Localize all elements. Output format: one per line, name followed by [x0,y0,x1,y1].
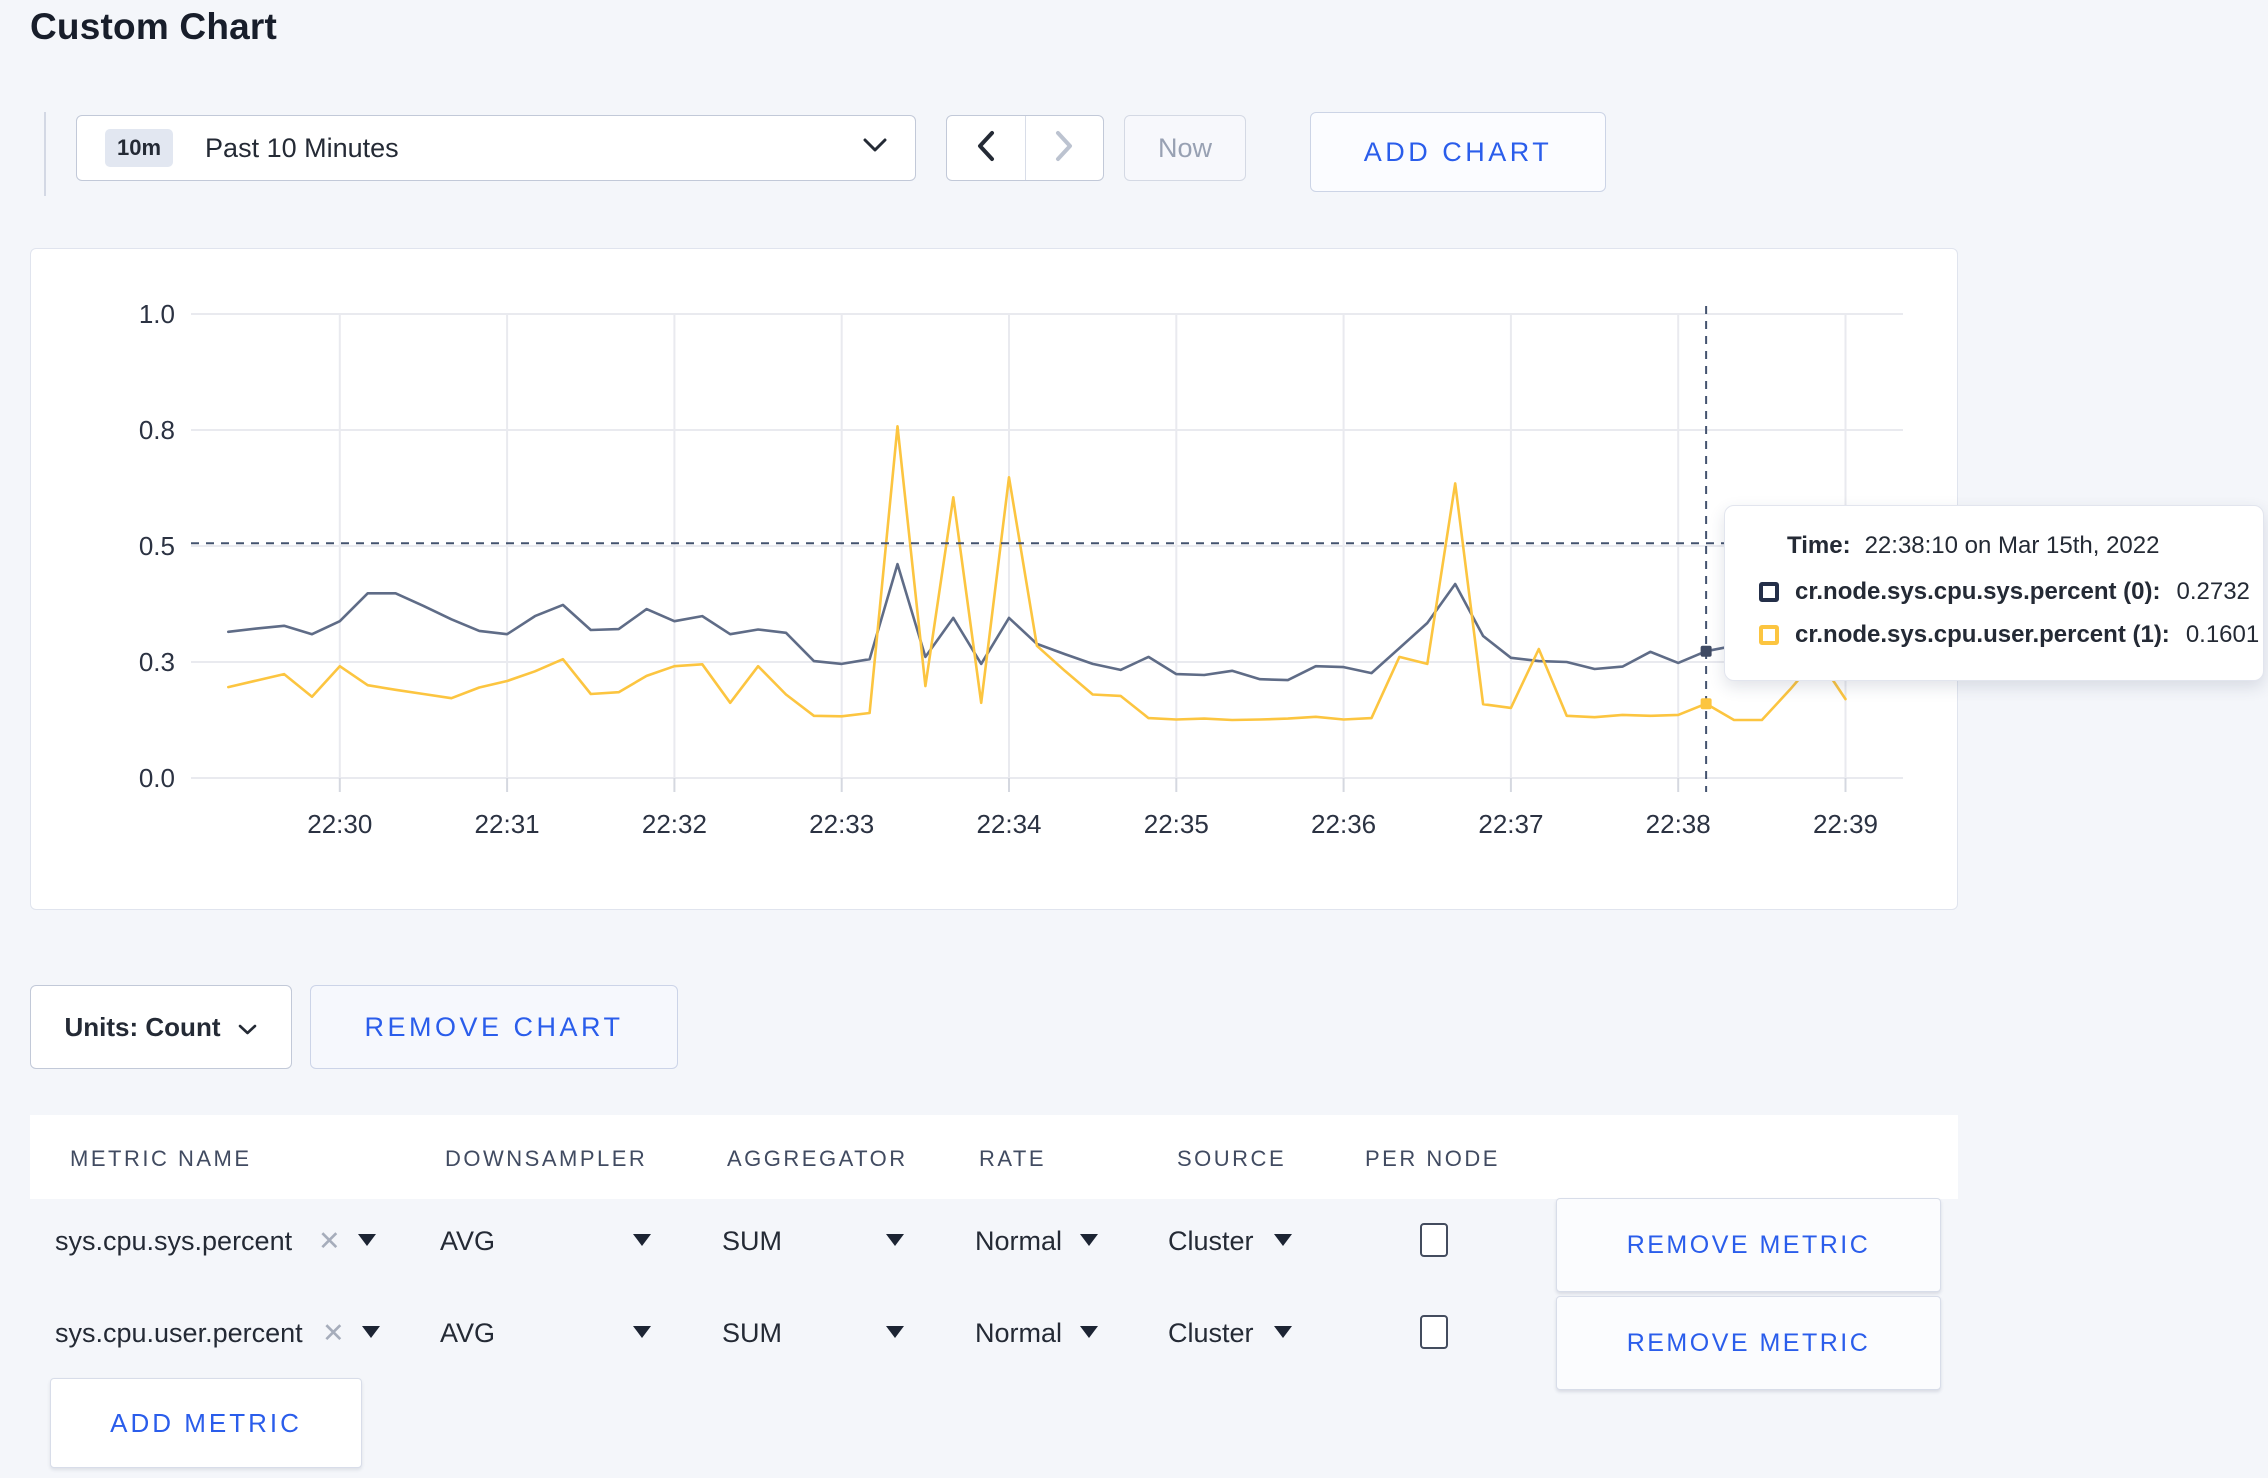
col-header-rate: RATE [979,1146,1047,1171]
tooltip-time-label: Time: [1787,532,1851,559]
tooltip-series-value: 0.2732 [2176,578,2250,605]
time-range-badge: 10m [105,129,174,167]
cpu-timeseries-chart[interactable]: 0.0 0.3 0.5 0.8 1.0 22:30 22:31 22:32 22:33 22:34… [31,249,1959,911]
remove-chart-button[interactable]: REMOVE CHART [310,985,678,1069]
rate-value[interactable]: Normal [975,1318,1062,1349]
col-header-per-node: PER NODE [1365,1146,1500,1171]
aggregator-dropdown-caret[interactable] [886,1326,904,1338]
units-selector[interactable]: Units: Count [30,985,292,1069]
chart-tooltip: Time: 22:38:10 on Mar 15th, 2022 cr.node.… [1724,505,2264,681]
tooltip-time-row: Time: 22:38:10 on Mar 15th, 2022 [1787,532,2233,560]
prev-range-button[interactable] [947,116,1026,180]
now-button[interactable]: Now [1124,115,1246,181]
metric-name-dropdown-caret[interactable] [358,1234,376,1246]
series-user-swatch-icon [1759,625,1779,645]
x-tick-label: 22:34 [976,809,1041,839]
next-range-button[interactable] [1026,116,1104,180]
downsampler-value[interactable]: AVG [440,1318,495,1349]
per-node-checkbox[interactable] [1420,1223,1448,1257]
col-header-aggregator: AGGREGATOR [727,1146,908,1171]
x-tick-label: 22:36 [1311,809,1376,839]
aggregator-value[interactable]: SUM [722,1226,782,1257]
aggregator-dropdown-caret[interactable] [886,1234,904,1246]
rate-dropdown-caret[interactable] [1080,1326,1098,1338]
custom-chart-page: Custom Chart 10m Past 10 Minutes Now ADD… [0,0,2268,1478]
time-range-label: Past 10 Minutes [205,132,399,163]
x-tick-label: 22:31 [475,809,540,839]
x-tick-label: 22:32 [642,809,707,839]
series-line-1 [227,424,1847,722]
x-tick-label: 22:35 [1144,809,1209,839]
toolbar-divider [44,112,46,196]
col-header-downsampler: DOWNSAMPLER [445,1146,648,1171]
source-value[interactable]: Cluster [1168,1318,1254,1349]
time-nav-group [946,115,1104,181]
tooltip-series-row: cr.node.sys.cpu.sys.percent (0): 0.2732 [1759,578,2250,606]
tooltip-series-name: cr.node.sys.cpu.user.percent (1): [1795,621,2170,648]
y-tick-label: 0.3 [139,647,175,677]
source-dropdown-caret[interactable] [1274,1234,1292,1246]
metric-name-dropdown-caret[interactable] [362,1326,380,1338]
y-tick-label: 0.8 [139,415,175,445]
chevron-right-icon [1054,130,1074,167]
source-dropdown-caret[interactable] [1274,1326,1292,1338]
y-tick-label: 1.0 [139,299,175,329]
downsampler-dropdown-caret[interactable] [633,1234,651,1246]
time-range-selector[interactable]: 10m Past 10 Minutes [76,115,916,181]
tooltip-series-value: 0.1601 [2185,621,2260,648]
hover-point-dot [1700,645,1712,657]
rate-dropdown-caret[interactable] [1080,1234,1098,1246]
rate-value[interactable]: Normal [975,1226,1062,1257]
downsampler-value[interactable]: AVG [440,1226,495,1257]
x-tick-label: 22:30 [307,809,372,839]
add-metric-button[interactable]: ADD METRIC [50,1378,362,1468]
source-value[interactable]: Cluster [1168,1226,1254,1257]
metric-name-value[interactable]: sys.cpu.user.percent [55,1318,303,1349]
tooltip-time-value: 22:38:10 on Mar 15th, 2022 [1864,532,2160,559]
per-node-checkbox[interactable] [1420,1315,1448,1349]
chevron-left-icon [976,130,996,167]
remove-metric-button[interactable]: REMOVE METRIC [1556,1198,1941,1292]
y-tick-label: 0.5 [139,531,175,561]
remove-metric-x-icon[interactable]: ✕ [322,1318,345,1349]
chevron-down-icon [238,1012,257,1043]
add-chart-button[interactable]: ADD CHART [1310,112,1606,192]
x-tick-label: 22:38 [1646,809,1711,839]
tooltip-series-name: cr.node.sys.cpu.sys.percent (0): [1795,578,2161,605]
remove-metric-x-icon[interactable]: ✕ [318,1226,341,1257]
y-tick-label: 0.0 [139,763,175,793]
chart-card: 0.0 0.3 0.5 0.8 1.0 22:30 22:31 22:32 22:33 22:34… [30,248,1958,910]
tooltip-series-row: cr.node.sys.cpu.user.percent (1): 0.1601 [1759,621,2259,649]
hover-point-dot [1700,698,1712,710]
chevron-down-icon [863,138,887,158]
x-tick-label: 22:37 [1478,809,1543,839]
series-sys-swatch-icon [1759,582,1779,602]
col-header-metric-name: METRIC NAME [70,1146,252,1171]
aggregator-value[interactable]: SUM [722,1318,782,1349]
units-label: Units: Count [64,1011,221,1042]
col-header-source: SOURCE [1177,1146,1287,1171]
metric-name-value[interactable]: sys.cpu.sys.percent [55,1226,292,1257]
remove-metric-button[interactable]: REMOVE METRIC [1556,1296,1941,1390]
downsampler-dropdown-caret[interactable] [633,1326,651,1338]
page-title: Custom Chart [30,6,278,47]
x-tick-label: 22:33 [809,809,874,839]
x-tick-label: 22:39 [1813,809,1878,839]
